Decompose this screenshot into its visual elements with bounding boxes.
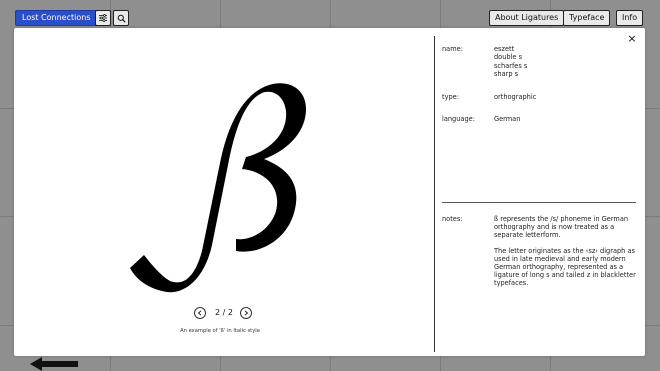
info-divider xyxy=(442,202,636,203)
name-value: scharfes s xyxy=(494,61,528,70)
notes-label: notes: xyxy=(442,215,463,223)
glyph-caption: An example of 'ß' in Italic style xyxy=(180,328,260,334)
filter-button[interactable] xyxy=(95,10,111,26)
type-label: type: xyxy=(442,93,459,101)
chevron-right-icon xyxy=(244,310,249,316)
chevron-left-icon xyxy=(197,310,202,316)
name-values: eszett double s scharfes s sharp s xyxy=(494,45,527,78)
panel-divider xyxy=(434,36,435,352)
notes-paragraph: ß represents the /s/ phoneme in German o… xyxy=(494,215,629,240)
nav-typeface[interactable]: Typeface xyxy=(563,10,611,26)
language-label: language: xyxy=(442,115,475,123)
pager-count: 2 / 2 xyxy=(215,308,233,317)
nav-info[interactable]: Info xyxy=(616,10,644,26)
glyph-preview: 2 / 2 An example of 'ß' in Italic style xyxy=(14,28,434,356)
sliders-icon xyxy=(99,14,107,22)
left-arrow-icon xyxy=(30,357,78,371)
notes-text: ß represents the /s/ phoneme in German o… xyxy=(494,215,636,295)
eszett-glyph xyxy=(130,83,306,293)
top-bar: Lost Connections About Ligatures Typefac… xyxy=(0,0,660,30)
name-label: name: xyxy=(442,45,463,53)
glyph-modal: × 2 / 2 An example of 'ß' in Italic styl… xyxy=(14,28,645,356)
type-value: orthographic xyxy=(494,93,537,101)
pager: 2 / 2 xyxy=(194,307,254,319)
notes-paragraph: The letter originates as the ‹sz› digrap… xyxy=(494,246,636,288)
brand-button[interactable]: Lost Connections xyxy=(15,10,98,26)
name-value: double s xyxy=(494,53,523,62)
info-panel: name: eszett double s scharfes s sharp s… xyxy=(442,28,637,356)
prev-button[interactable] xyxy=(194,307,206,319)
search-icon xyxy=(117,14,126,23)
language-value: German xyxy=(494,115,521,123)
search-button[interactable] xyxy=(113,10,129,26)
next-button[interactable] xyxy=(240,307,252,319)
name-value: eszett xyxy=(494,45,515,53)
nav-about-ligatures[interactable]: About Ligatures xyxy=(489,10,565,26)
name-value: sharp s xyxy=(494,69,519,78)
